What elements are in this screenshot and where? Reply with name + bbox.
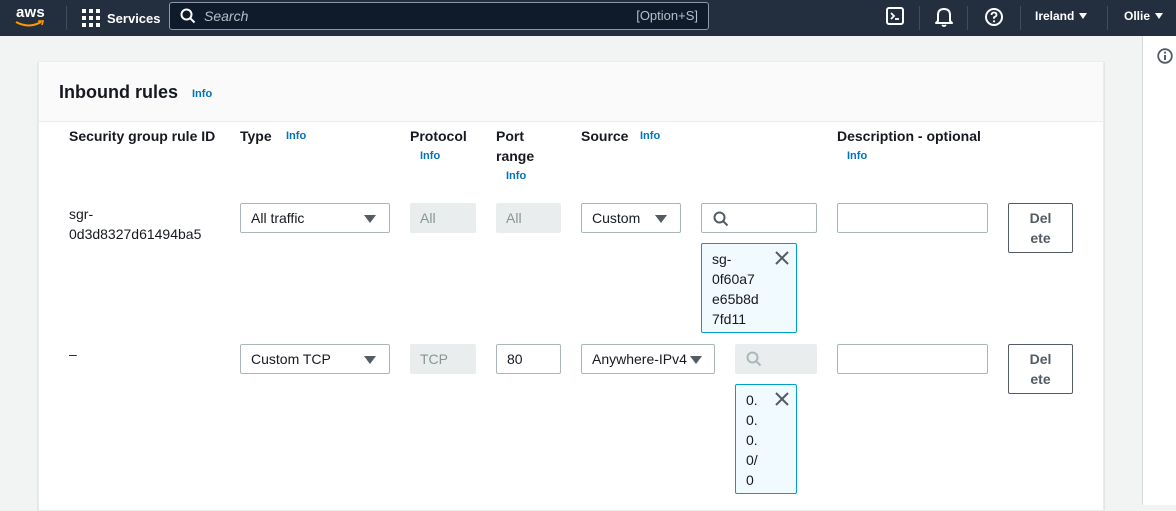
port-info-link[interactable]: Info	[506, 170, 526, 182]
rule-id-line1: sgr-	[69, 206, 94, 222]
token-line: 7fd11	[712, 311, 746, 327]
source-select[interactable]: Custom	[581, 203, 681, 233]
token-line: 0f60a7	[712, 271, 755, 287]
services-grid-icon	[82, 9, 100, 27]
search-shortcut-hint: [Option+S]	[636, 8, 698, 23]
panel-header: Inbound rules Info	[39, 62, 1103, 122]
search-icon	[746, 351, 762, 367]
search-icon	[180, 8, 196, 24]
user-name-label: Ollie	[1124, 9, 1151, 23]
help-icon[interactable]	[983, 6, 1005, 28]
source-search-input	[735, 344, 817, 374]
protocol-value: All	[420, 210, 436, 226]
protocol-value: TCP	[420, 351, 448, 367]
caret-down-icon	[364, 356, 376, 364]
region-label: Ireland	[1035, 9, 1075, 23]
type-select[interactable]: Custom TCP	[240, 344, 390, 374]
port-range-value: All	[506, 210, 522, 226]
port-range-field: All	[496, 203, 561, 233]
services-menu-button[interactable]: Services	[82, 7, 161, 29]
account-menu[interactable]: Ollie	[1124, 9, 1164, 23]
source-select-value: Anywhere-IPv4	[592, 351, 687, 367]
delete-rule-button[interactable]: Del ete	[1008, 344, 1073, 394]
source-search-input[interactable]	[701, 203, 817, 233]
token-line: 0	[746, 472, 754, 488]
port-range-input[interactable]	[496, 344, 561, 374]
description-input[interactable]	[837, 203, 988, 233]
close-icon[interactable]	[775, 251, 789, 265]
search-input[interactable]	[204, 6, 624, 26]
caret-down-icon	[1155, 13, 1164, 19]
protocol-info-link[interactable]: Info	[420, 150, 440, 162]
caret-down-icon	[1079, 13, 1088, 19]
source-token: 0. 0. 0. 0/ 0	[735, 384, 797, 494]
region-selector[interactable]: Ireland	[1035, 9, 1088, 23]
delete-label-line1: Del	[1029, 351, 1052, 367]
close-icon[interactable]	[775, 392, 789, 406]
global-search[interactable]: [Option+S]	[169, 2, 709, 30]
notifications-bell-icon[interactable]	[933, 6, 955, 28]
caret-down-icon	[364, 215, 376, 223]
nav-divider	[66, 6, 67, 30]
help-panel-rail	[1142, 36, 1176, 505]
delete-rule-button[interactable]: Del ete	[1008, 203, 1073, 253]
top-navigation-bar: aws Services [Option+S] Irelan	[0, 0, 1176, 36]
panel-title: Inbound rules	[59, 82, 178, 102]
column-header-type: Type	[240, 128, 272, 144]
type-select-value: All traffic	[251, 210, 305, 226]
delete-label-line2: ete	[1030, 230, 1051, 246]
caret-down-icon	[655, 215, 667, 223]
type-select-value: Custom TCP	[251, 351, 331, 367]
column-header-source: Source	[581, 128, 629, 144]
aws-logo-text: aws	[16, 4, 45, 21]
column-header-port-line2: range	[496, 148, 535, 164]
nav-divider	[1020, 6, 1021, 30]
type-select[interactable]: All traffic	[240, 203, 390, 233]
nav-divider	[919, 6, 920, 30]
delete-label-line1: Del	[1029, 210, 1052, 226]
source-select[interactable]: Anywhere-IPv4	[581, 344, 715, 374]
delete-label-line2: ete	[1030, 371, 1051, 387]
token-line: 0.	[746, 412, 758, 428]
type-info-link[interactable]: Info	[286, 130, 306, 142]
panel-info-link[interactable]: Info	[192, 88, 212, 100]
protocol-field: TCP	[410, 344, 476, 374]
nav-divider	[967, 6, 968, 30]
source-info-link[interactable]: Info	[640, 130, 660, 142]
rule-id-line2: 0d3d8327d61494ba5	[69, 226, 202, 242]
source-select-value: Custom	[592, 210, 641, 226]
column-header-port-line1: Port	[496, 128, 524, 144]
inbound-rules-panel: Inbound rules Info Security group rule I…	[38, 61, 1104, 511]
protocol-field: All	[410, 203, 476, 233]
token-line: 0.	[746, 432, 758, 448]
column-header-protocol: Protocol	[410, 128, 467, 144]
search-icon	[713, 211, 729, 227]
column-header-rule-id: Security group rule ID	[69, 128, 216, 144]
rule-id-line1: –	[69, 346, 77, 362]
info-circle-icon[interactable]	[1157, 48, 1173, 64]
caret-down-icon	[690, 356, 702, 364]
description-info-link[interactable]: Info	[847, 150, 867, 162]
token-line: e65b8d	[712, 291, 759, 307]
column-header-description: Description - optional	[837, 128, 981, 144]
token-line: 0/	[746, 452, 758, 468]
cloudshell-icon[interactable]	[885, 6, 907, 28]
nav-divider	[1107, 6, 1108, 30]
aws-logo[interactable]: aws	[14, 4, 50, 32]
services-label: Services	[107, 10, 161, 26]
source-token: sg- 0f60a7 e65b8d 7fd11	[701, 243, 797, 333]
description-input[interactable]	[837, 344, 988, 374]
aws-smile-icon	[15, 20, 45, 27]
